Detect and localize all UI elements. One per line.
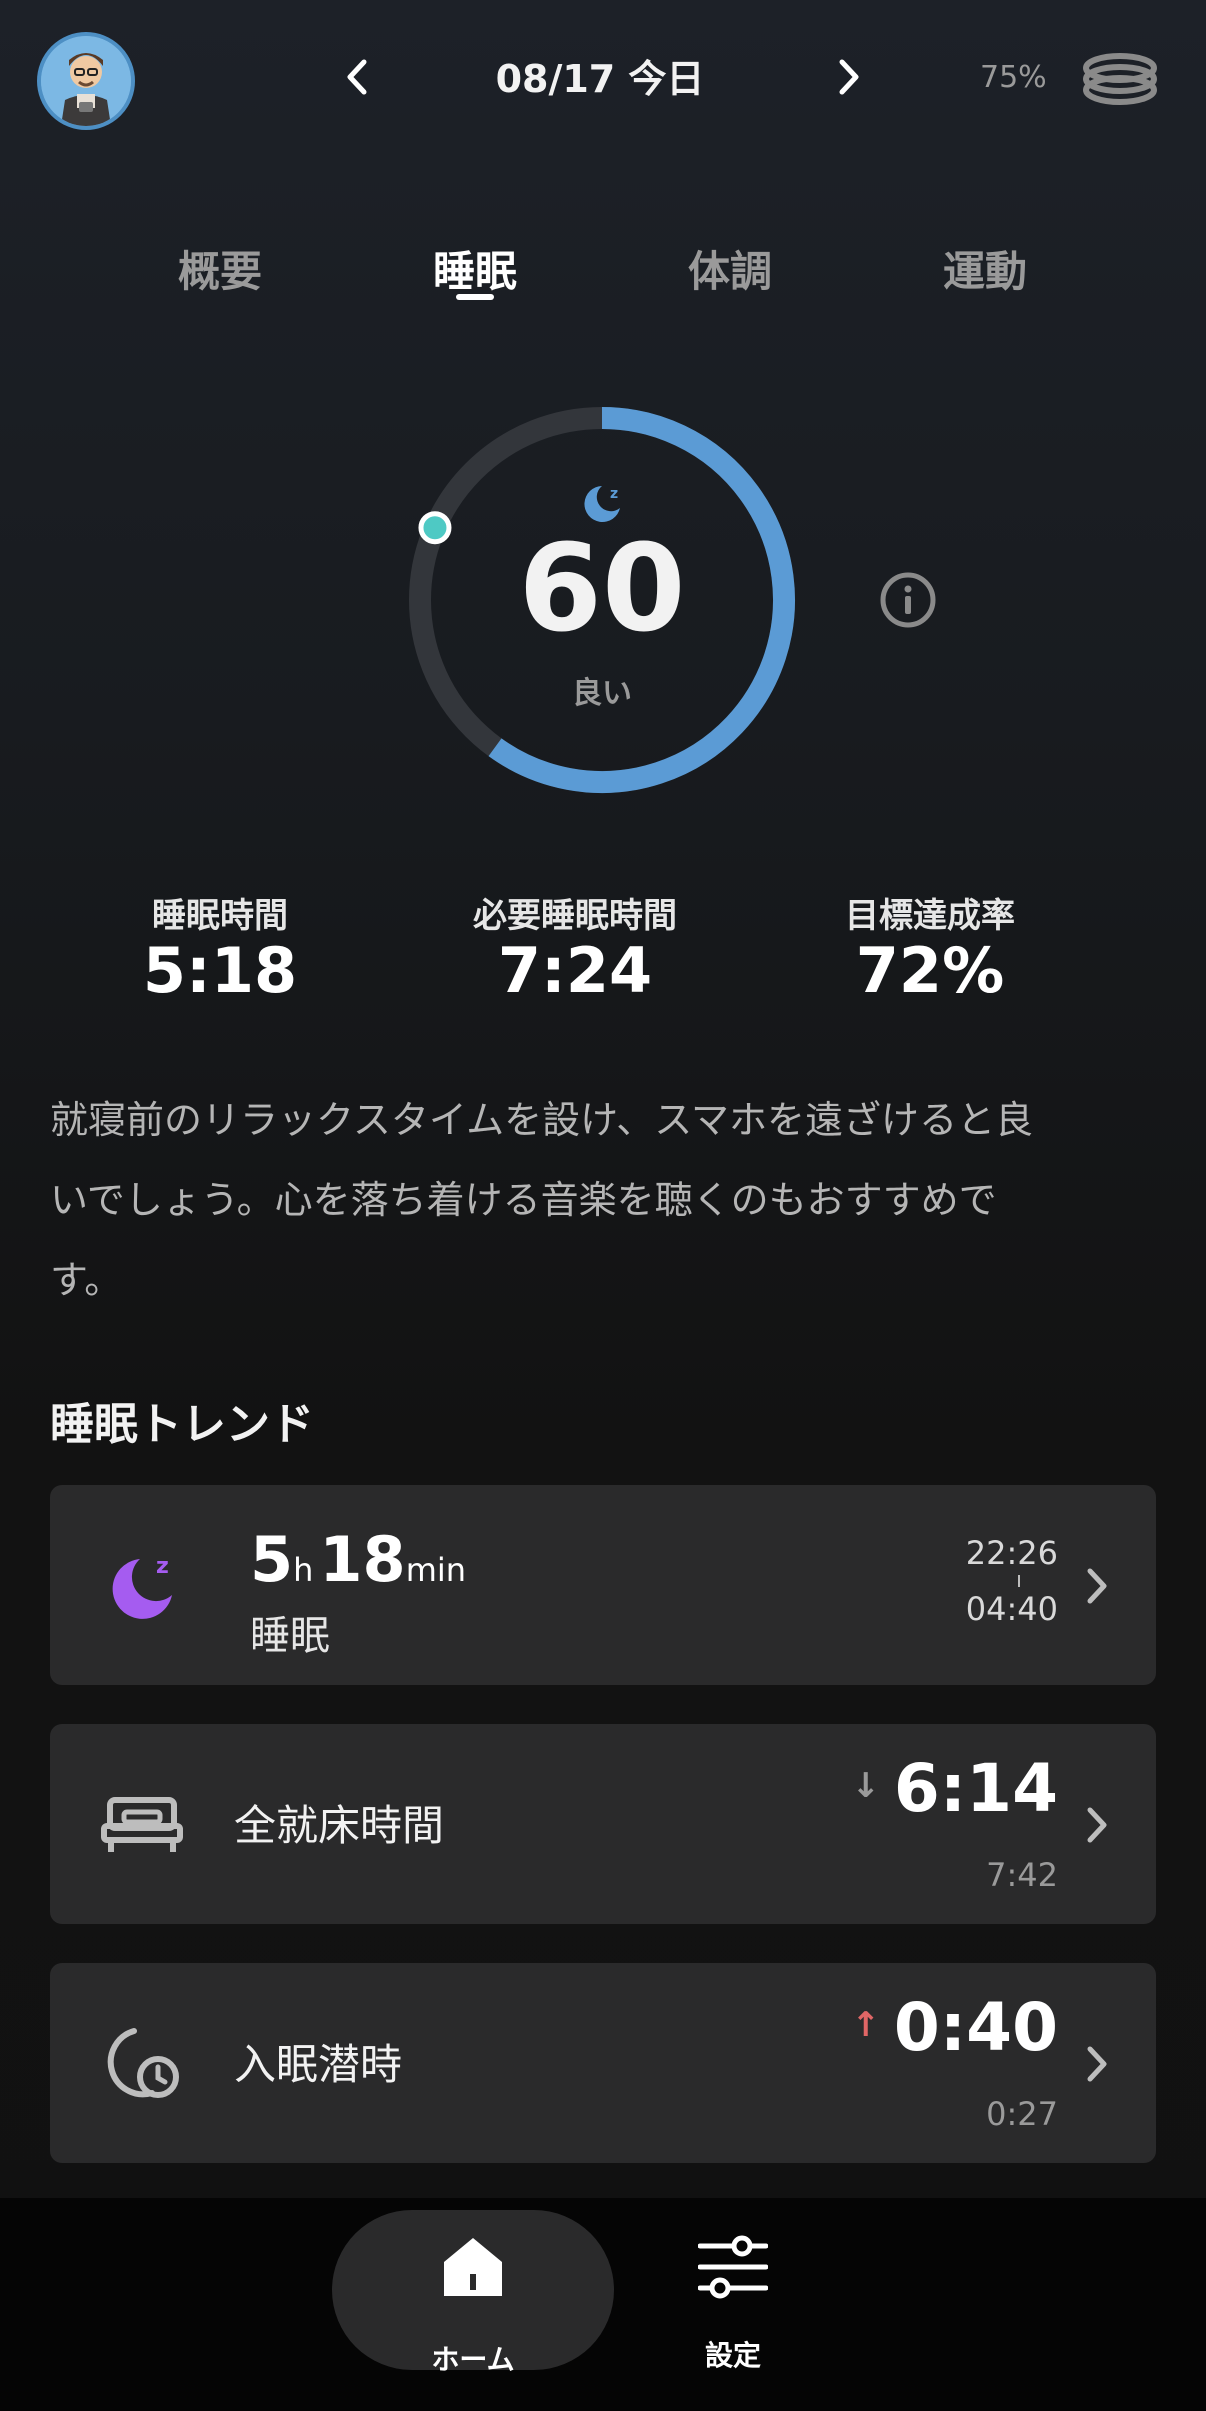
chevron-right-icon	[1082, 1802, 1112, 1848]
tab-sleep[interactable]: 睡眠	[395, 238, 555, 299]
advice-line: 就寝前のリラックスタイムを設け、スマホを遠ざけると良	[50, 1098, 1034, 1142]
sleep-card-label: 睡眠	[250, 1613, 330, 1659]
sleep-duration-card[interactable]: z 5h18min 睡眠 22:26 04:40	[50, 1485, 1156, 1685]
tab-bar: 概要 睡眠 体調 運動	[0, 230, 1206, 310]
stat-goal-achievement: 目標達成率 72%	[760, 888, 1100, 1005]
sleep-duration: 5h18min	[250, 1523, 472, 1596]
sliders-icon	[697, 2232, 769, 2302]
tab-condition[interactable]: 体調	[650, 238, 810, 299]
header: 08/17 今日 75%	[0, 0, 1206, 160]
sleep-latency-reference: 0:27	[986, 2095, 1058, 2133]
time-in-bed-reference: 7:42	[986, 1856, 1058, 1894]
advice-line: いでしょう。心を落ち着ける音楽を聴くのもおすすめで	[50, 1178, 997, 1222]
sleep-latency-value-row: ↑ 0:40	[851, 1995, 1058, 2061]
sleep-start-time: 22:26	[965, 1534, 1058, 1572]
date-title: 08/17 今日	[495, 57, 705, 101]
chevron-left-icon	[347, 59, 367, 95]
next-day-button[interactable]	[828, 52, 868, 102]
time-range-divider	[1018, 1575, 1020, 1587]
chevron-right-icon	[1082, 1563, 1112, 1609]
svg-text:z: z	[610, 486, 618, 502]
stat-value: 7:24	[497, 934, 653, 1007]
sleep-moon-icon: z	[584, 486, 620, 522]
stat-sleep-time: 睡眠時間 5:18	[50, 888, 390, 1005]
nav-home-label: ホーム	[431, 2343, 515, 2376]
stat-label: 目標達成率	[845, 896, 1015, 936]
time-in-bed-value-row: ↓ 6:14	[851, 1756, 1058, 1822]
time-in-bed-value: 6:14	[893, 1750, 1058, 1827]
sleep-end-time: 04:40	[965, 1590, 1058, 1628]
sleep-minutes: 18	[319, 1523, 406, 1596]
ring-battery-level: 75%	[980, 60, 1047, 95]
sleep-latency-card[interactable]: 入眠潜時 ↑ 0:40 0:27	[50, 1963, 1156, 2163]
chevron-right-icon	[1082, 2041, 1112, 2087]
time-in-bed-card[interactable]: 全就床時間 ↓ 6:14 7:42	[50, 1724, 1156, 1924]
info-icon[interactable]	[878, 570, 938, 630]
previous-day-button[interactable]	[338, 52, 378, 102]
smart-ring-icon[interactable]	[1080, 48, 1160, 110]
stat-label: 必要睡眠時間	[473, 896, 677, 936]
moon-sleep-icon: z	[100, 1543, 184, 1627]
arrow-down-icon: ↓	[851, 1766, 880, 1806]
tab-overview[interactable]: 概要	[140, 238, 300, 299]
sleep-time-range: 22:26 04:40	[918, 1537, 1058, 1625]
bed-icon	[100, 1782, 184, 1866]
sleep-advice-text: 就寝前のリラックスタイムを設け、スマホを遠ざけると良 いでしょう。心を落ち着ける…	[50, 1080, 1160, 1320]
stat-label: 睡眠時間	[152, 896, 288, 936]
stat-required-sleep: 必要睡眠時間 7:24	[405, 888, 745, 1005]
avatar-illustration-icon	[41, 36, 131, 126]
chevron-right-icon	[839, 59, 859, 95]
nav-settings-label: 設定	[704, 2339, 761, 2372]
nav-home-button[interactable]: ホーム	[332, 2210, 614, 2376]
time-in-bed-label: 全就床時間	[234, 1801, 445, 1850]
sleep-screen: 08/17 今日 75% 概要 睡眠 体調 運動 z 60 良い 睡眠時間 5:…	[0, 0, 1206, 2411]
tab-activity[interactable]: 運動	[905, 238, 1065, 299]
active-tab-indicator	[456, 294, 494, 300]
hours-unit: h	[293, 1551, 314, 1589]
stat-value: 72%	[855, 934, 1005, 1007]
sleep-score-value: 60	[518, 520, 686, 659]
svg-text:z: z	[156, 1554, 169, 1579]
advice-line: す。	[50, 1258, 123, 1302]
minutes-unit: min	[405, 1551, 467, 1589]
sleep-latency-value: 0:40	[893, 1989, 1058, 2066]
nav-settings-button[interactable]: 設定	[668, 2210, 798, 2372]
sleep-score-label: 良い	[572, 676, 632, 711]
arrow-up-icon: ↑	[851, 2005, 880, 2045]
sleep-trend-title: 睡眠トレンド	[50, 1399, 314, 1450]
sleep-latency-label: 入眠潜時	[234, 2040, 403, 2089]
bottom-navigation: ホーム 設定	[0, 2198, 1206, 2411]
stat-value: 5:18	[142, 934, 298, 1007]
home-icon	[440, 2234, 506, 2300]
avatar[interactable]	[37, 32, 135, 130]
sleep-hours: 5	[250, 1523, 294, 1596]
moon-clock-icon	[100, 2021, 184, 2105]
